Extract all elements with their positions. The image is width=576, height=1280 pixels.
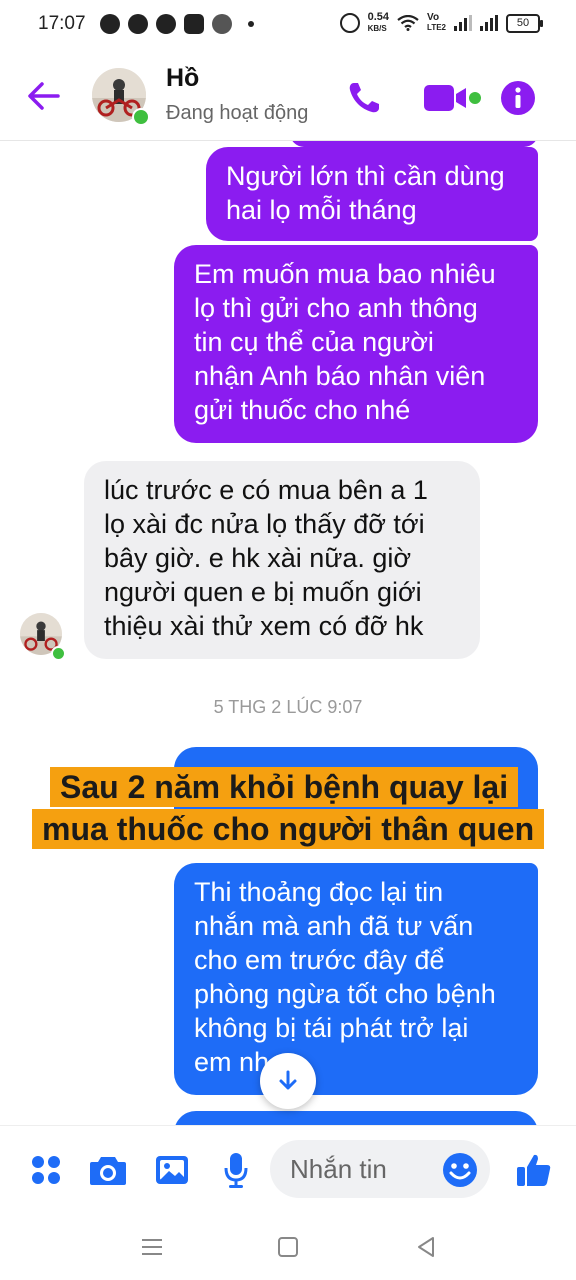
back-arrow-icon[interactable] [24, 78, 64, 114]
wifi-icon [397, 15, 419, 31]
message-bubble-outgoing[interactable] [174, 1111, 538, 1125]
system-icons: 0.54 KB/S Vo LTE2 50 [339, 12, 543, 34]
system-navigation-bar [0, 1213, 576, 1280]
volte-icon: Vo LTE2 [427, 13, 446, 33]
contact-status: Đang hoạt động [166, 102, 309, 124]
alarm-icon [339, 13, 360, 33]
home-button[interactable] [274, 1233, 302, 1261]
thumbs-up-icon [517, 1154, 551, 1186]
volte-bottom: LTE2 [427, 23, 446, 32]
chat-header: Hồ Đang hoạt động [0, 52, 576, 141]
status-bar: 17:07 0.54 KB/S Vo LTE2 50 [0, 0, 576, 52]
apps-grid-icon [32, 1156, 60, 1184]
message-bubble-outgoing[interactable]: Người lớn thì cần dùng hai lọ mỗi tháng [206, 147, 538, 241]
message-timestamp: 5 THG 2 LÚC 9:07 [213, 697, 363, 717]
network-speed: 0.54 KB/S [368, 12, 389, 34]
message-bubble-incoming[interactable]: lúc trước e có mua bên a 1 lọ xài đc nửa… [84, 461, 480, 659]
more-notifications-dot [248, 21, 254, 27]
gallery-button[interactable] [152, 1150, 192, 1190]
camera-icon [90, 1157, 126, 1185]
microphone-icon [224, 1153, 248, 1188]
facebook-icon [128, 14, 148, 34]
volte-top: Vo [427, 12, 440, 23]
home-square-icon [278, 1237, 298, 1257]
arrow-down-icon [279, 1070, 297, 1090]
back-triangle-icon [418, 1237, 434, 1257]
status-time: 17:07 [38, 13, 86, 34]
tiktok-icon [212, 14, 232, 34]
apps-button[interactable] [26, 1150, 66, 1190]
signal-icon-2 [480, 15, 498, 31]
notification-icons [100, 14, 254, 34]
network-speed-unit: KB/S [367, 24, 387, 33]
facebook-icon-2 [156, 14, 176, 34]
messenger-icon [100, 14, 120, 34]
info-icon[interactable] [500, 80, 536, 116]
recent-apps-button[interactable] [138, 1233, 166, 1261]
online-indicator [132, 108, 150, 126]
baomoi-icon [184, 14, 204, 34]
sender-online-indicator [51, 646, 66, 661]
message-composer [0, 1125, 576, 1214]
scroll-to-bottom-button[interactable] [260, 1053, 316, 1109]
microphone-button[interactable] [216, 1150, 256, 1190]
menu-lines-icon [142, 1239, 162, 1255]
camera-button[interactable] [88, 1150, 128, 1190]
back-button[interactable] [412, 1233, 440, 1261]
network-speed-value: 0.54 [367, 11, 390, 23]
contact-name[interactable]: Hồ [166, 64, 199, 93]
message-bubble-outgoing[interactable]: Em muốn mua bao nhiêu lọ thì gửi cho anh… [174, 245, 538, 443]
image-gallery-icon [156, 1156, 188, 1184]
signal-icon-1 [454, 15, 472, 31]
caption-line-2: mua thuốc cho người thân quen [32, 809, 545, 849]
phone-icon[interactable] [346, 80, 382, 116]
caption-line-1: Sau 2 năm khỏi bệnh quay lại [50, 767, 519, 807]
like-button[interactable] [514, 1150, 554, 1190]
message-list[interactable]: Người lớn thì cần dùng hai lọ mỗi tháng … [0, 141, 576, 1125]
emoji-icon[interactable] [442, 1152, 478, 1188]
video-camera-icon[interactable] [422, 80, 482, 116]
battery-icon: 50 [506, 13, 543, 33]
message-bubble-outgoing[interactable]: Thi thoảng đọc lại tin nhắn mà anh đã tư… [174, 863, 538, 1095]
